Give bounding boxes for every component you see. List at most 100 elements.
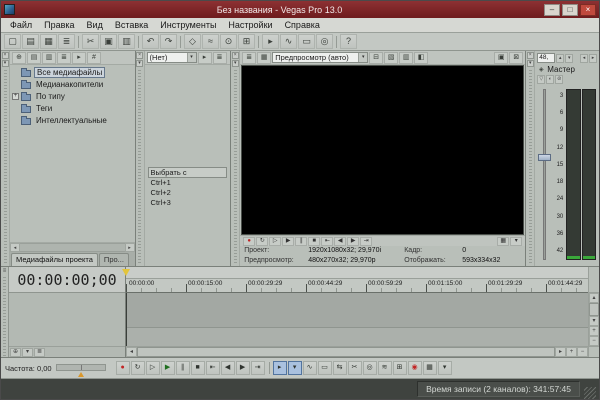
timeline-vscrollbar[interactable]: ▴ ▾ + − (588, 267, 599, 357)
preview-record-button[interactable]: ● (243, 236, 256, 246)
track-options-button[interactable]: ≣ (34, 347, 45, 357)
preview-options-button[interactable]: ▣ (494, 51, 509, 64)
zoom-out-icon[interactable]: − (577, 347, 588, 357)
tree-item-all-media[interactable]: Все медиафайлы (10, 66, 135, 78)
list-item[interactable]: Ctrl+2 (148, 188, 228, 198)
scroll-up-icon[interactable]: ▴ (589, 293, 599, 303)
tree-item-smart-bins[interactable]: Интеллектуальные (10, 114, 135, 126)
preview-play-button[interactable]: ▶ (282, 236, 295, 246)
stretch-tool-button[interactable]: ≋ (377, 361, 392, 375)
save-snapshot-button[interactable]: ◧ (414, 51, 429, 64)
tree-item-media-bins[interactable]: Медианакопители (10, 78, 135, 90)
scroll-left-icon[interactable]: ◂ (10, 243, 20, 252)
loop-playback-button[interactable]: ↻ (130, 361, 145, 375)
help-whats-this-button[interactable]: ? (340, 34, 357, 49)
preview-grip[interactable]: × ▾ (231, 51, 241, 266)
preview-pause-button[interactable]: ∥ (295, 236, 308, 246)
pin-icon[interactable]: ▾ (1, 60, 9, 67)
pin-icon[interactable]: ▾ (136, 60, 144, 67)
lock-envelopes-toggle[interactable]: ⊙ (220, 34, 237, 49)
more-tools-dropdown-icon[interactable]: ▾ (437, 361, 452, 375)
chooser-grip[interactable]: × ▾ (135, 51, 145, 266)
menu-help[interactable]: Справка (279, 19, 326, 31)
split-screen-button[interactable]: ⊟ (369, 51, 384, 64)
mute-button[interactable]: ⊘ (555, 75, 564, 84)
track-view-button[interactable]: ▾ (22, 347, 33, 357)
preview-previous-frame-button[interactable]: ◀ (334, 236, 347, 246)
vzoom-in-icon[interactable]: + (589, 326, 599, 336)
paste-button[interactable]: ▥ (118, 34, 135, 49)
timeline-ruler[interactable]: 00:00:00 00:00:15:00 00:00:29:29 00:00:4… (126, 279, 588, 293)
dim-button[interactable]: ◐ (546, 75, 555, 84)
timeline-hscrollbar[interactable]: ◂ ▸ + − (126, 346, 588, 357)
capture-video-button[interactable]: ▤ (27, 51, 41, 64)
menu-file[interactable]: Файл (4, 19, 38, 31)
views-button[interactable]: # (87, 51, 101, 64)
project-properties-button[interactable]: ≣ (58, 34, 75, 49)
menu-view[interactable]: Вид (81, 19, 109, 31)
scroll-left-icon[interactable]: ◂ (126, 347, 137, 357)
list-item[interactable]: Ctrl+1 (148, 178, 228, 188)
minimize-button[interactable]: – (544, 3, 560, 16)
edit-tool-dropdown-icon[interactable]: ▾ (287, 361, 302, 375)
grip-handle[interactable] (138, 70, 142, 265)
menu-insert[interactable]: Вставка (109, 19, 154, 31)
selection-tool-button[interactable]: ▭ (298, 34, 315, 49)
close-icon[interactable]: × (1, 52, 9, 59)
mixer-button[interactable]: ▦ (422, 361, 437, 375)
import-media-button[interactable]: ⊕ (12, 51, 26, 64)
grip-handle[interactable] (3, 70, 7, 265)
cut-button[interactable]: ✂ (82, 34, 99, 49)
selection-edit-tool-button[interactable]: ▭ (317, 361, 332, 375)
shuffle-tool-button[interactable]: ⇆ (332, 361, 347, 375)
preview-go-to-start-button[interactable]: ⇤ (321, 236, 334, 246)
menu-tools[interactable]: Инструменты (154, 19, 222, 31)
tree-item-tags[interactable]: Теги (10, 102, 135, 114)
cursor-marker-icon[interactable] (122, 269, 130, 276)
expand-icon[interactable]: + (12, 92, 19, 100)
external-monitor-icon[interactable]: ▦ (257, 51, 272, 64)
tab-project-media[interactable]: Медиафайлы проекта (11, 253, 98, 266)
scroll-right-icon[interactable]: ▸ (555, 347, 566, 357)
preview-next-frame-button[interactable]: ▶ (347, 236, 360, 246)
grip-handle[interactable] (3, 277, 6, 357)
grip-handle[interactable] (528, 70, 532, 265)
tree-item-by-type[interactable]: + По типу (10, 90, 135, 102)
close-icon[interactable]: × (526, 52, 534, 59)
nav-left-icon[interactable]: ◂ (580, 53, 588, 63)
zoom-edit-tool-button[interactable]: ◎ (362, 361, 377, 375)
menu-edit[interactable]: Правка (38, 19, 80, 31)
new-project-button[interactable]: ▢ (4, 34, 21, 49)
preview-play-from-start-button[interactable]: ▷ (269, 236, 282, 246)
fader-track[interactable] (543, 89, 547, 260)
normal-edit-tool-button[interactable]: ▸ (262, 34, 279, 49)
close-icon[interactable]: × (231, 52, 239, 59)
envelope-tool-button[interactable]: ∿ (280, 34, 297, 49)
preview-stop-button[interactable]: ■ (308, 236, 321, 246)
zoom-tool-button[interactable]: ◎ (316, 34, 333, 49)
open-button[interactable]: ▤ (22, 34, 39, 49)
meter-range-value[interactable]: 48, (537, 53, 556, 63)
hamburger-icon[interactable]: ≡ (3, 268, 7, 275)
active-edit-tool-button[interactable]: ▸ (272, 361, 287, 375)
chooser-preview-button[interactable]: ▸ (197, 51, 212, 64)
record-button[interactable]: ● (115, 361, 130, 375)
chevron-down-icon[interactable]: ▾ (358, 53, 368, 62)
spin-up-icon[interactable]: ▴ (556, 53, 565, 63)
preview-scale-button[interactable]: ▦ (497, 236, 510, 246)
undo-button[interactable]: ↶ (142, 34, 159, 49)
timecode-display[interactable]: 00:00:00;00 (9, 267, 125, 293)
marker-bar[interactable] (122, 267, 588, 279)
edit-cursor[interactable] (126, 293, 127, 346)
close-button[interactable]: × (580, 3, 596, 16)
spin-down-icon[interactable]: ▾ (565, 53, 574, 63)
preview-quality-combo[interactable]: Предпросмотр (авто) ▾ (272, 52, 369, 63)
extract-audio-button[interactable]: ▥ (42, 51, 56, 64)
scroll-right-icon[interactable]: ▸ (124, 243, 135, 252)
pin-icon[interactable]: ▾ (231, 60, 239, 67)
master-grip[interactable]: × ▾ (526, 51, 536, 266)
track-area[interactable] (126, 293, 588, 346)
add-track-button[interactable]: ⊕ (10, 347, 21, 357)
project-media-hscrollbar[interactable]: ◂ ▸ (10, 242, 135, 252)
maximize-button[interactable]: □ (562, 3, 578, 16)
